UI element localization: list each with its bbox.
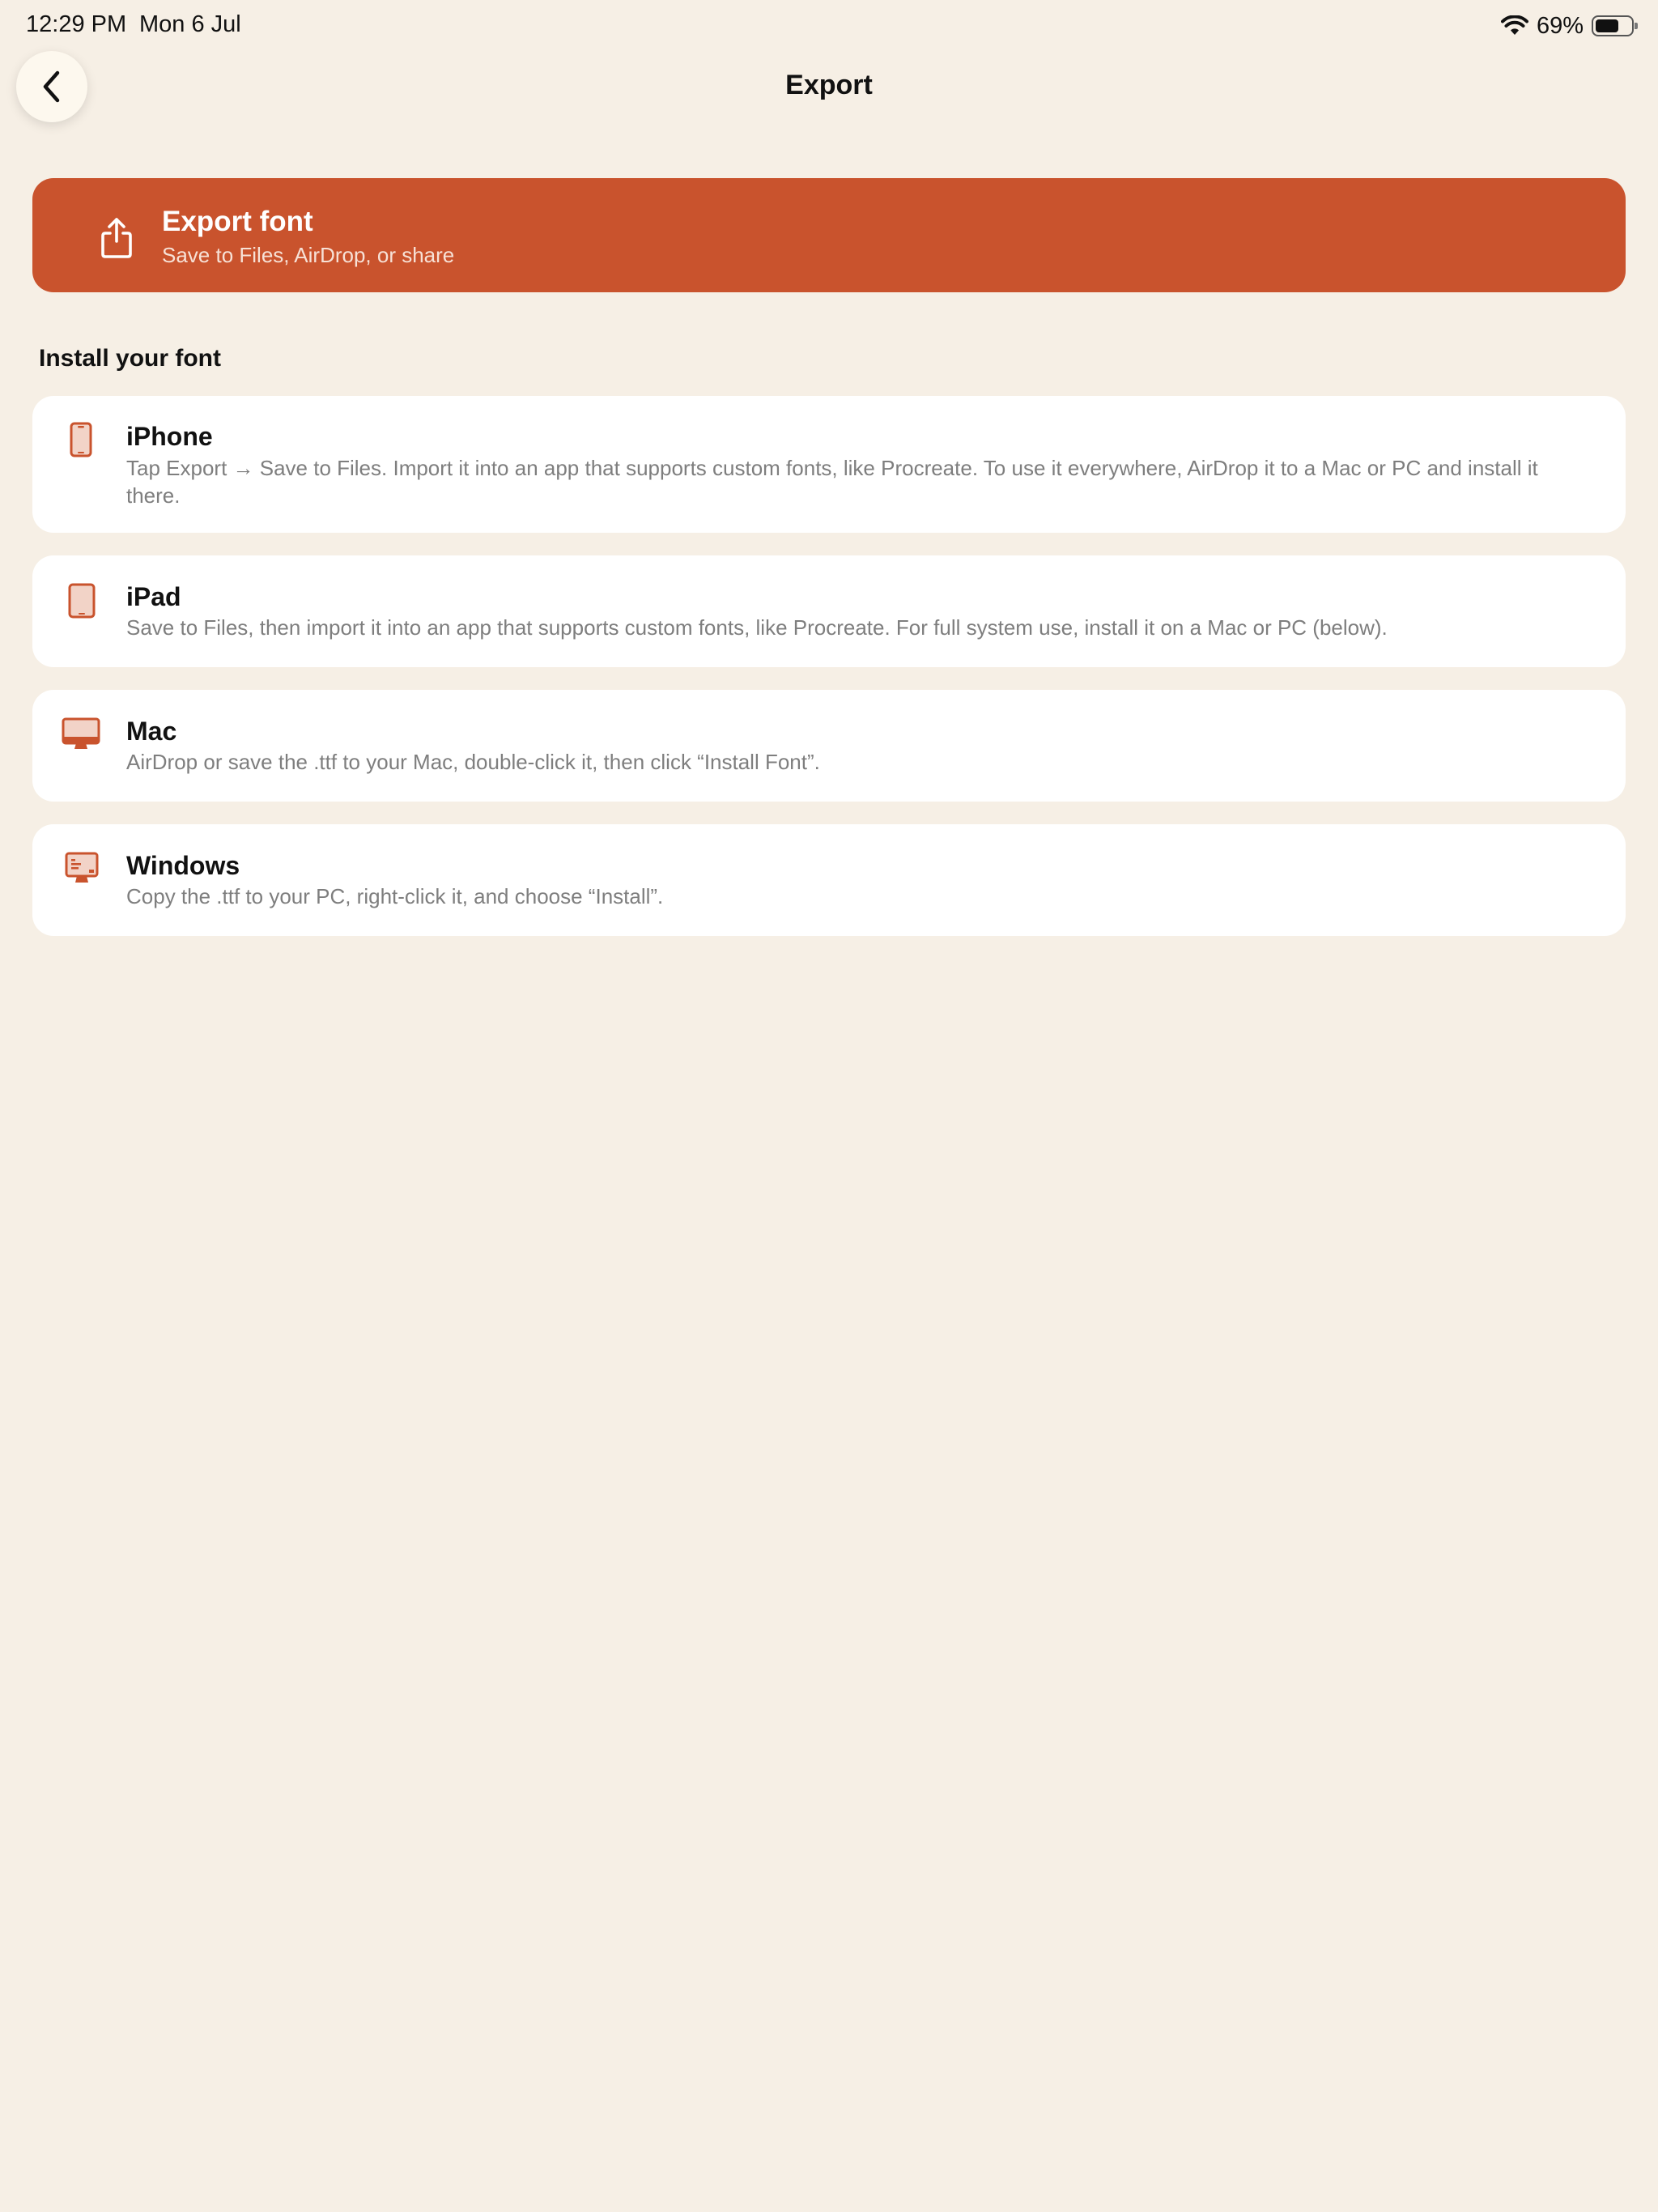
platform-title: iPhone (126, 422, 213, 451)
section-title: Install your font (39, 345, 221, 372)
battery-percent: 69% (1536, 12, 1584, 39)
imac-icon (62, 717, 100, 749)
platform-description: AirDrop or save the .ttf to your Mac, do… (126, 750, 820, 774)
battery-level-fill (1596, 19, 1618, 32)
status-time: 12:29 PM (26, 11, 127, 37)
platform-title: Mac (126, 717, 177, 746)
platform-description: Save to Files, then import it into an ap… (126, 615, 1388, 640)
wifi-icon (1500, 15, 1528, 35)
page-title: Export (785, 70, 873, 100)
status-indicators: 69% (1500, 11, 1638, 40)
battery-icon (1592, 15, 1638, 36)
share-icon (101, 218, 132, 258)
status-bar: 12:29 PM Mon 6 Jul 69% (0, 0, 1658, 52)
platform-title: Windows (126, 851, 240, 880)
platform-description: Tap Export → Save to Files. Import it in… (126, 456, 1538, 508)
pc-monitor-icon (65, 852, 99, 883)
platform-card-ipad[interactable]: iPad Save to Files, then import it into … (32, 555, 1626, 667)
platform-description: Copy the .ttf to your PC, right-click it… (126, 884, 664, 908)
export-font-title: Export font (162, 206, 313, 237)
export-font-subtitle: Save to Files, AirDrop, or share (162, 243, 455, 267)
battery-tip (1635, 23, 1638, 29)
platform-card-mac[interactable]: Mac AirDrop or save the .ttf to your Mac… (32, 690, 1626, 802)
export-font-button[interactable]: Export font Save to Files, AirDrop, or s… (32, 178, 1626, 292)
platform-card-windows[interactable]: Windows Copy the .ttf to your PC, right-… (32, 824, 1626, 936)
platform-card-iphone[interactable]: iPhone Tap Export → Save to Files. Impor… (32, 396, 1626, 533)
ipad-icon (68, 583, 96, 619)
status-date: Mon 6 Jul (139, 11, 241, 37)
export-screen: 12:29 PM Mon 6 Jul 69% Export Export fon… (0, 0, 1658, 2212)
platform-title: iPad (126, 582, 181, 611)
iphone-icon (70, 422, 92, 457)
